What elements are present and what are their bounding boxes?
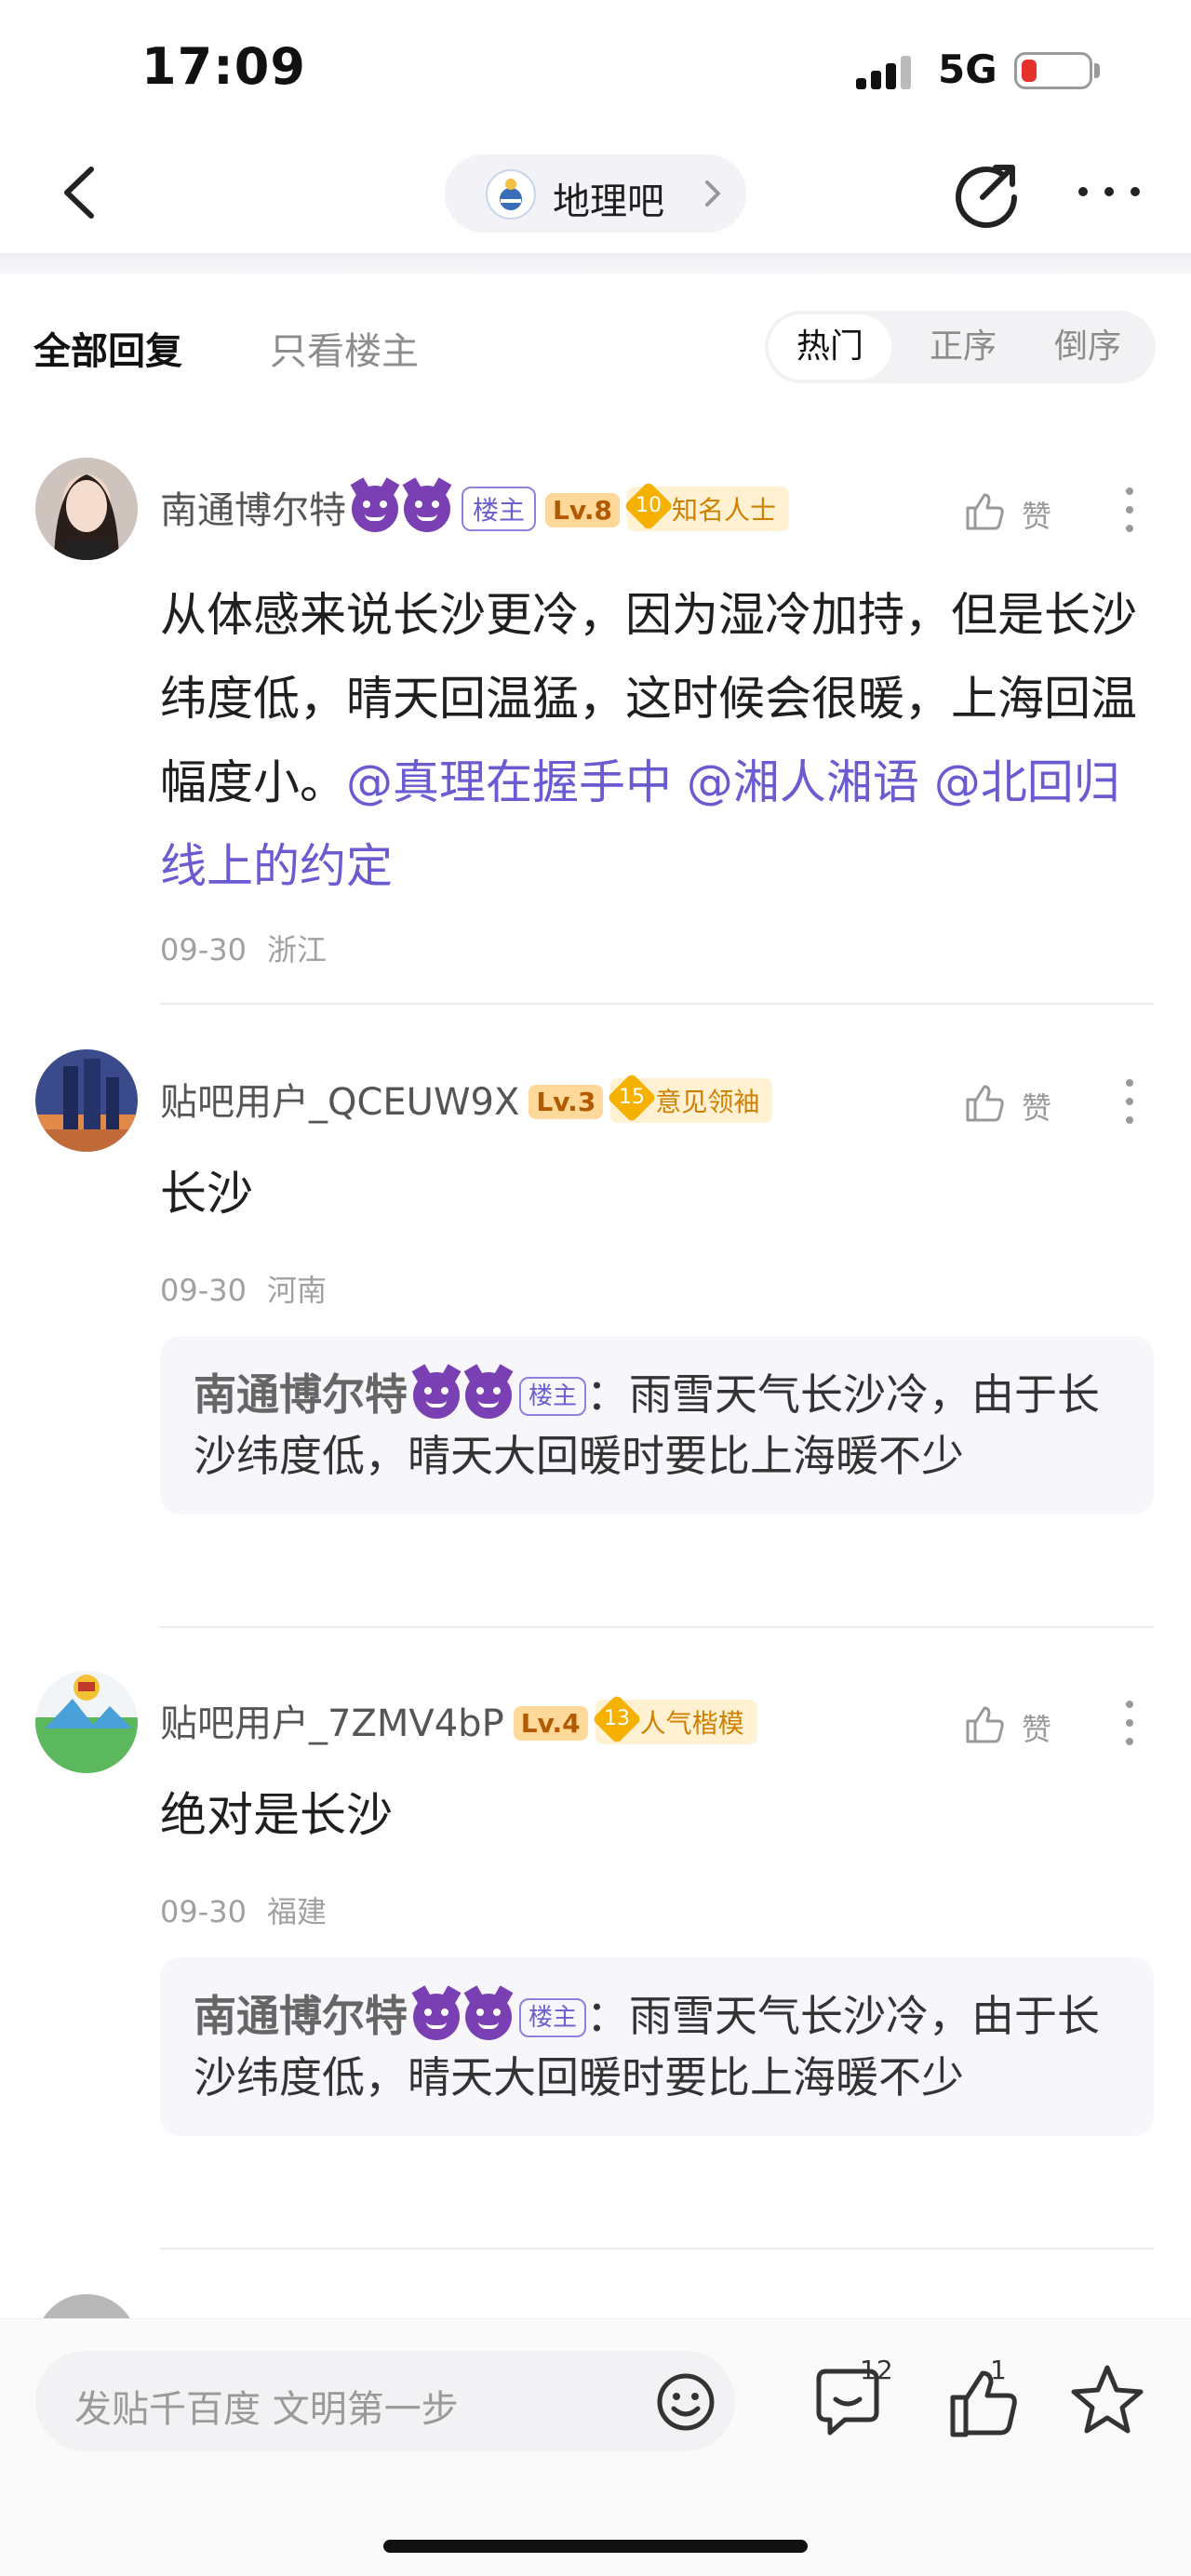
thumbs-up-icon	[966, 493, 1004, 530]
quote-username: 南通博尔特	[194, 1369, 408, 1420]
post-location: 河南	[266, 1273, 327, 1308]
sort-hot-button[interactable]: 热门	[769, 314, 891, 380]
more-options-button[interactable]	[1074, 164, 1144, 220]
post-meta: 09-30 浙江	[160, 927, 327, 969]
avatar[interactable]	[35, 1049, 138, 1152]
post-menu-button[interactable]	[1113, 1075, 1146, 1131]
like-label: 赞	[1022, 499, 1052, 534]
honor-title: 知名人士	[671, 495, 776, 526]
share-icon	[956, 165, 1017, 228]
forum-chip[interactable]: 地理吧	[445, 154, 746, 233]
op-badge: 楼主	[462, 487, 537, 531]
mention-link[interactable]: @真理在握手中	[346, 755, 672, 809]
level-badge: Lv.3	[529, 1085, 604, 1119]
username-row: 贴吧用户_7ZMV4bP Lv.4 13 人气楷模	[160, 1693, 757, 1747]
smiling-devil-emoji-icon	[413, 1994, 460, 2040]
thumbs-up-icon	[966, 1085, 1004, 1122]
thumbs-up-icon	[966, 1706, 1004, 1743]
honor-badge: 10 知名人士	[623, 481, 789, 531]
battery-tip	[1094, 63, 1100, 78]
username-row: 贴吧用户_QCEUW9X Lv.3 15 意见领袖	[160, 1072, 773, 1126]
op-badge: 楼主	[519, 1998, 587, 2037]
emoji-smile-icon[interactable]	[653, 2369, 718, 2435]
signal-strength-icon	[856, 56, 916, 89]
avatar[interactable]	[35, 458, 138, 560]
post-divider	[160, 2248, 1154, 2249]
post-meta: 09-30 河南	[160, 1267, 327, 1310]
chevron-left-icon	[64, 167, 94, 219]
thumbs-up-icon[interactable]	[942, 2360, 1025, 2444]
home-indicator	[383, 2540, 808, 2553]
post-location: 福建	[266, 1894, 327, 1929]
forum-name: 地理吧	[553, 180, 664, 223]
post-date: 09-30	[160, 932, 247, 968]
post-menu-button[interactable]	[1113, 1697, 1146, 1753]
honor-title: 意见领袖	[655, 1087, 760, 1117]
post-location: 浙江	[266, 932, 327, 968]
honor-title: 人气楷模	[639, 1708, 744, 1739]
like-label: 赞	[1022, 1090, 1052, 1126]
more-vertical-icon	[1126, 487, 1133, 532]
share-button[interactable]	[949, 156, 1024, 231]
post-meta: 09-30 福建	[160, 1889, 327, 1931]
post-text: 长沙	[160, 1167, 253, 1221]
smiling-devil-emoji-icon	[465, 1372, 512, 1419]
sort-descending-button[interactable]: 倒序	[1037, 314, 1139, 380]
username[interactable]: 南通博尔特	[160, 489, 346, 532]
quote-username: 南通博尔特	[194, 1991, 408, 2041]
status-time: 17:09	[141, 37, 306, 96]
bottom-bar: 发贴千百度 文明第一步 12 1	[0, 2318, 1191, 2576]
chevron-right-icon	[705, 180, 720, 207]
post-divider	[160, 1003, 1154, 1005]
quoted-reply[interactable]: 南通博尔特 楼主 ：雨雪天气长沙冷，由于长沙纬度低，晴天大回暖时要比上海暖不少	[160, 1957, 1154, 2136]
more-vertical-icon	[1126, 1079, 1133, 1124]
post-menu-button[interactable]	[1113, 484, 1146, 540]
back-button[interactable]	[50, 160, 115, 225]
smiling-devil-emoji-icon	[404, 486, 450, 532]
quoted-reply[interactable]: 南通博尔特 楼主 ：雨雪天气长沙冷，由于长沙纬度低，晴天大回暖时要比上海暖不少	[160, 1336, 1154, 1515]
status-bar: 17:09 5G	[0, 0, 1191, 140]
tab-all-replies[interactable]: 全部回复	[33, 321, 182, 375]
like-label: 赞	[1022, 1712, 1052, 1747]
username[interactable]: 贴吧用户_7ZMV4bP	[160, 1702, 504, 1745]
avatar[interactable]	[35, 1671, 138, 1773]
honor-level-icon: 13	[591, 1694, 642, 1744]
forum-logo	[486, 169, 536, 220]
honor-level-icon: 10	[623, 481, 674, 531]
reply-input[interactable]: 发贴千百度 文明第一步	[35, 2351, 735, 2451]
nav-bar: 地理吧	[0, 140, 1191, 251]
like-button[interactable]: 赞	[964, 484, 1057, 540]
battery-icon	[1014, 52, 1092, 89]
sort-ascending-button[interactable]: 正序	[912, 314, 1014, 380]
post-date: 09-30	[160, 1273, 247, 1308]
smiling-devil-emoji-icon	[352, 486, 398, 532]
nav-divider	[0, 253, 1191, 274]
like-button[interactable]: 赞	[964, 1697, 1057, 1753]
mention-link[interactable]: @湘人湘语	[687, 755, 919, 809]
smiling-devil-emoji-icon	[413, 1372, 460, 1419]
username[interactable]: 贴吧用户_QCEUW9X	[160, 1081, 519, 1124]
post-divider	[160, 1626, 1154, 1628]
comment-count: 12	[860, 2355, 893, 2385]
more-horizontal-icon	[1078, 187, 1140, 196]
username-row: 南通博尔特 楼主 Lv.8 10 知名人士	[160, 480, 789, 534]
network-type: 5G	[938, 47, 997, 92]
like-button[interactable]: 赞	[964, 1075, 1057, 1131]
post-date: 09-30	[160, 1894, 247, 1929]
more-vertical-icon	[1126, 1701, 1133, 1745]
level-badge: Lv.4	[513, 1706, 588, 1741]
honor-level-icon: 15	[607, 1073, 658, 1123]
post-content: 从体感来说长沙更冷，因为湿冷加持，但是长沙纬度低，晴天回温猛，这时候会很暖，上海…	[160, 573, 1146, 908]
sort-segmented-control: 热门 正序 倒序	[765, 311, 1156, 383]
post-text: 绝对是长沙	[160, 1788, 393, 1842]
star-icon[interactable]	[1068, 2360, 1146, 2438]
op-badge: 楼主	[519, 1377, 587, 1416]
smiling-devil-emoji-icon	[465, 1994, 512, 2040]
like-count: 1	[990, 2355, 1007, 2385]
honor-badge: 13 人气楷模	[591, 1694, 757, 1744]
reply-placeholder: 发贴千百度 文明第一步	[74, 2388, 459, 2431]
level-badge: Lv.8	[545, 493, 620, 527]
tab-op-only[interactable]: 只看楼主	[270, 321, 419, 375]
honor-badge: 15 意见领袖	[607, 1073, 773, 1123]
